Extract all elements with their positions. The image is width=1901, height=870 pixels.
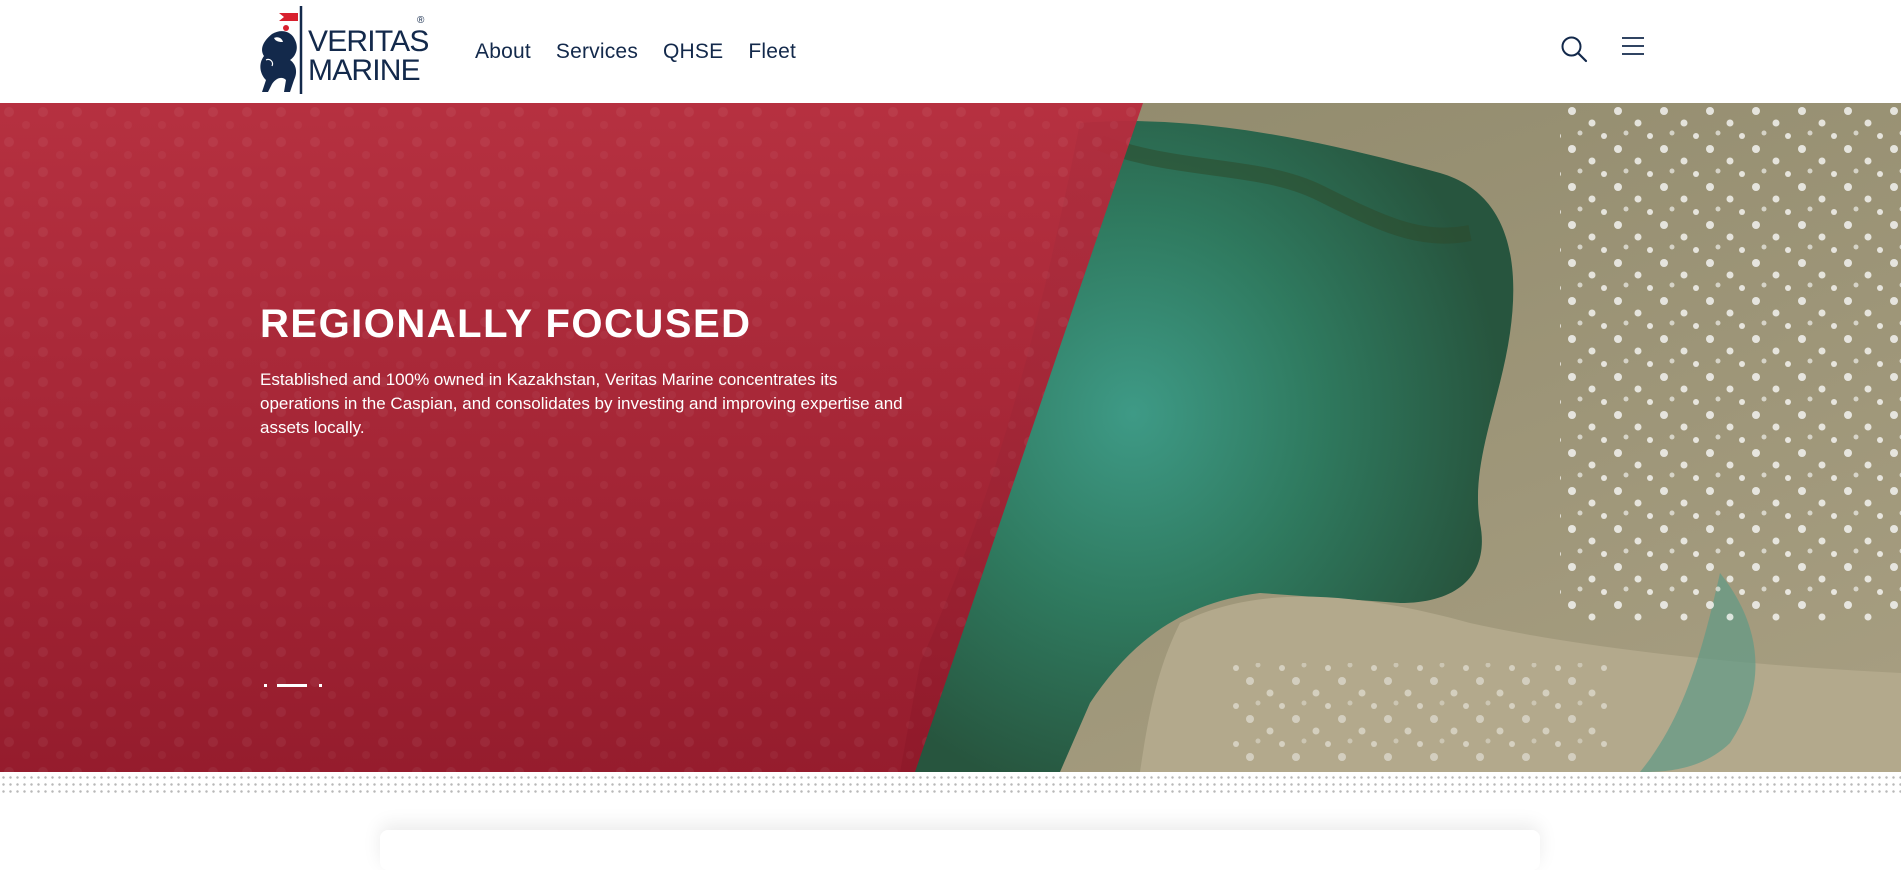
registered-mark: ®	[417, 15, 425, 26]
content-card-top	[380, 830, 1540, 870]
hero-slider: REGIONALLY FOCUSED Established and 100% …	[0, 103, 1901, 772]
logo-line-2: MARINE	[308, 54, 420, 87]
hero-title: REGIONALLY FOCUSED	[260, 302, 752, 346]
red-flag-icon	[279, 13, 298, 21]
main-nav: About Services QHSE Fleet	[475, 38, 821, 66]
search-icon[interactable]	[1559, 34, 1589, 64]
hamburger-menu-icon[interactable]	[1621, 34, 1645, 58]
site-header: VERITAS MARINE ® About Services QHSE Fle…	[0, 0, 1901, 103]
nav-link-about[interactable]: About	[475, 38, 531, 66]
veritas-marine-logo[interactable]: VERITAS MARINE ®	[252, 4, 428, 96]
hero-description: Established and 100% owned in Kazakhstan…	[260, 370, 903, 437]
dotted-divider	[0, 772, 1901, 796]
slide-dot-1[interactable]	[264, 684, 267, 687]
slider-indicator	[264, 684, 324, 690]
nav-link-qhse[interactable]: QHSE	[663, 38, 723, 66]
nav-link-fleet[interactable]: Fleet	[748, 38, 796, 66]
nav-link-services[interactable]: Services	[556, 38, 638, 66]
slide-dot-3[interactable]	[319, 684, 322, 687]
slide-dot-2-active[interactable]	[277, 684, 307, 687]
